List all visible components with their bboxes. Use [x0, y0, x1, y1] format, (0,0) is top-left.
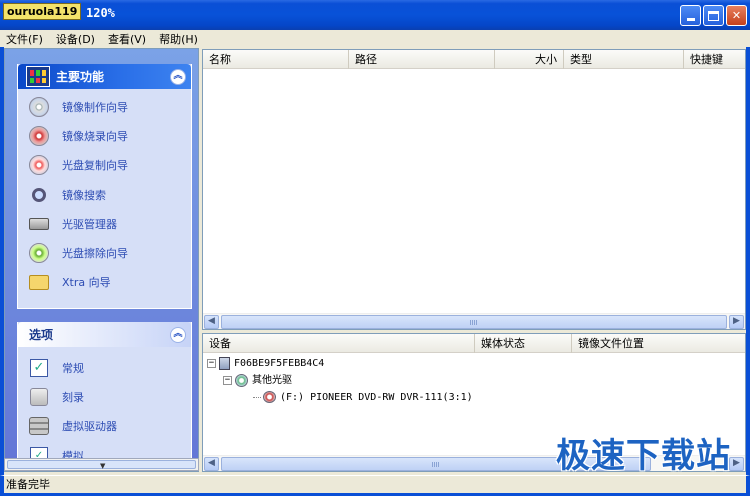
disc-erase-icon [28, 242, 50, 264]
general-check-icon: ✓ [28, 357, 50, 379]
task-label: 光驱管理器 [62, 217, 117, 231]
column-name[interactable]: 名称 [203, 50, 349, 69]
menu-bar: 文件(F) 设备(D) 查看(V) 帮助(H) [0, 30, 750, 47]
menu-file[interactable]: 文件(F) [6, 31, 43, 47]
device-list-header: 设备 媒体状态 镜像文件位置 [203, 334, 745, 353]
group-label: 其他光驱 [252, 375, 292, 386]
maximize-icon [708, 10, 719, 21]
burn-options-icon [28, 386, 50, 408]
file-list-header: 名称 路径 大小 类型 快捷键 [203, 50, 745, 69]
option-virtual-drive[interactable]: 虚拟驱动器 [18, 412, 191, 441]
task-drive-manager[interactable]: 光驱管理器 [18, 209, 191, 238]
options-header[interactable]: 选项 ︽ [18, 322, 191, 347]
disc-copy-icon [28, 154, 50, 176]
task-label: 光盘擦除向导 [62, 247, 128, 261]
collapse-node-icon[interactable]: − [207, 358, 216, 368]
optical-drive-group-icon [235, 373, 248, 387]
tree-node-other-drives[interactable]: − 其他光驱 [207, 372, 473, 389]
task-xtra-wizard[interactable]: Xtra 向导 [18, 268, 191, 297]
option-general[interactable]: ✓ 常规 [18, 353, 191, 382]
device-tree: − F06BE9F5FEBB4C4 − 其他光驱 (F:) PIONEER DVD-… [207, 355, 473, 406]
column-shortcut[interactable]: 快捷键 [684, 50, 745, 69]
xtra-wizard-icon [28, 271, 50, 293]
tree-node-drive[interactable]: (F:) PIONEER DVD-RW DVR-111(3:1) [207, 389, 473, 406]
disc-folder-icon [28, 96, 50, 118]
column-media-status[interactable]: 媒体状态 [475, 334, 572, 353]
scroll-left-icon[interactable]: ◀ [204, 457, 219, 471]
collapse-node-icon[interactable]: − [223, 375, 232, 385]
task-image-search[interactable]: 镜像搜索 [18, 180, 191, 209]
tree-node-computer[interactable]: − F06BE9F5FEBB4C4 [207, 355, 473, 372]
status-text: 准备完毕 [6, 478, 50, 491]
column-path[interactable]: 路径 [349, 50, 495, 69]
file-list[interactable]: 名称 路径 大小 类型 快捷键 ◀ ▶ [202, 49, 746, 330]
file-list-hscrollbar[interactable]: ◀ ▶ [203, 313, 745, 329]
image-search-icon [28, 184, 50, 206]
scroll-right-icon[interactable]: ▶ [729, 457, 744, 471]
disc-burn-icon [28, 125, 50, 147]
status-bar: 准备完毕 [0, 475, 750, 496]
user-watermark-label: ouruola119 [3, 3, 82, 20]
title-bar[interactable]: ouruola119 120% ✕ [0, 0, 750, 30]
column-device[interactable]: 设备 [203, 334, 475, 353]
close-icon: ✕ [731, 9, 742, 22]
menu-device[interactable]: 设备(D) [56, 31, 95, 47]
column-image-location[interactable]: 镜像文件位置 [572, 334, 745, 353]
dvd-drive-icon [263, 391, 276, 403]
option-label: 刻录 [62, 390, 84, 404]
collapse-icon[interactable]: ︽ [170, 69, 186, 85]
drive-manager-icon [28, 213, 50, 235]
scrollbar-thumb[interactable] [221, 315, 727, 329]
option-label: 常规 [62, 361, 84, 375]
scroll-right-icon[interactable]: ▶ [729, 315, 744, 329]
task-label: Xtra 向导 [62, 276, 111, 290]
close-button[interactable]: ✕ [726, 5, 747, 26]
computer-icon [219, 356, 230, 370]
task-pane: 主要功能 ︽ 镜像制作向导 镜像烧录向导 光盘复制向导 镜像搜索 光驱管理器 光… [4, 48, 199, 472]
main-functions-header[interactable]: 主要功能 ︽ [18, 64, 191, 89]
task-disc-erase-wizard[interactable]: 光盘擦除向导 [18, 238, 191, 267]
column-size[interactable]: 大小 [495, 50, 564, 69]
collapse-icon[interactable]: ︽ [170, 327, 186, 343]
task-image-burn-wizard[interactable]: 镜像烧录向导 [18, 121, 191, 150]
task-label: 光盘复制向导 [62, 159, 128, 173]
menu-view[interactable]: 查看(V) [108, 31, 146, 47]
window-title: 120% [86, 6, 115, 20]
task-image-make-wizard[interactable]: 镜像制作向导 [18, 92, 191, 121]
option-burn[interactable]: 刻录 [18, 382, 191, 411]
task-disc-copy-wizard[interactable]: 光盘复制向导 [18, 151, 191, 180]
task-label: 镜像制作向导 [62, 100, 128, 114]
minimize-button[interactable] [680, 5, 701, 26]
virtual-drive-icon [28, 415, 50, 437]
options-group: 选项 ︽ ✓ 常规 刻录 虚拟驱动器 ✓ 模拟 [17, 322, 192, 471]
column-type[interactable]: 类型 [564, 50, 684, 69]
task-pane-scrollbar[interactable]: ▼ [4, 458, 199, 471]
maximize-button[interactable] [703, 5, 724, 26]
main-functions-icon [26, 66, 50, 87]
site-watermark-logo: 极速下载站 [556, 436, 731, 476]
options-title: 选项 [29, 328, 54, 342]
option-label: 虚拟驱动器 [62, 420, 117, 434]
drive-label: (F:) PIONEER DVD-RW DVR-111(3:1) [280, 392, 473, 403]
scroll-left-icon[interactable]: ◀ [204, 315, 219, 329]
main-functions-group: 主要功能 ︽ 镜像制作向导 镜像烧录向导 光盘复制向导 镜像搜索 光驱管理器 光… [17, 64, 192, 309]
scroll-down-arrow-icon[interactable]: ▼ [100, 462, 105, 470]
minimize-icon [686, 18, 695, 21]
task-label: 镜像烧录向导 [62, 129, 128, 143]
task-label: 镜像搜索 [62, 188, 106, 202]
computer-name: F06BE9F5FEBB4C4 [234, 358, 325, 369]
menu-help[interactable]: 帮助(H) [159, 31, 198, 47]
